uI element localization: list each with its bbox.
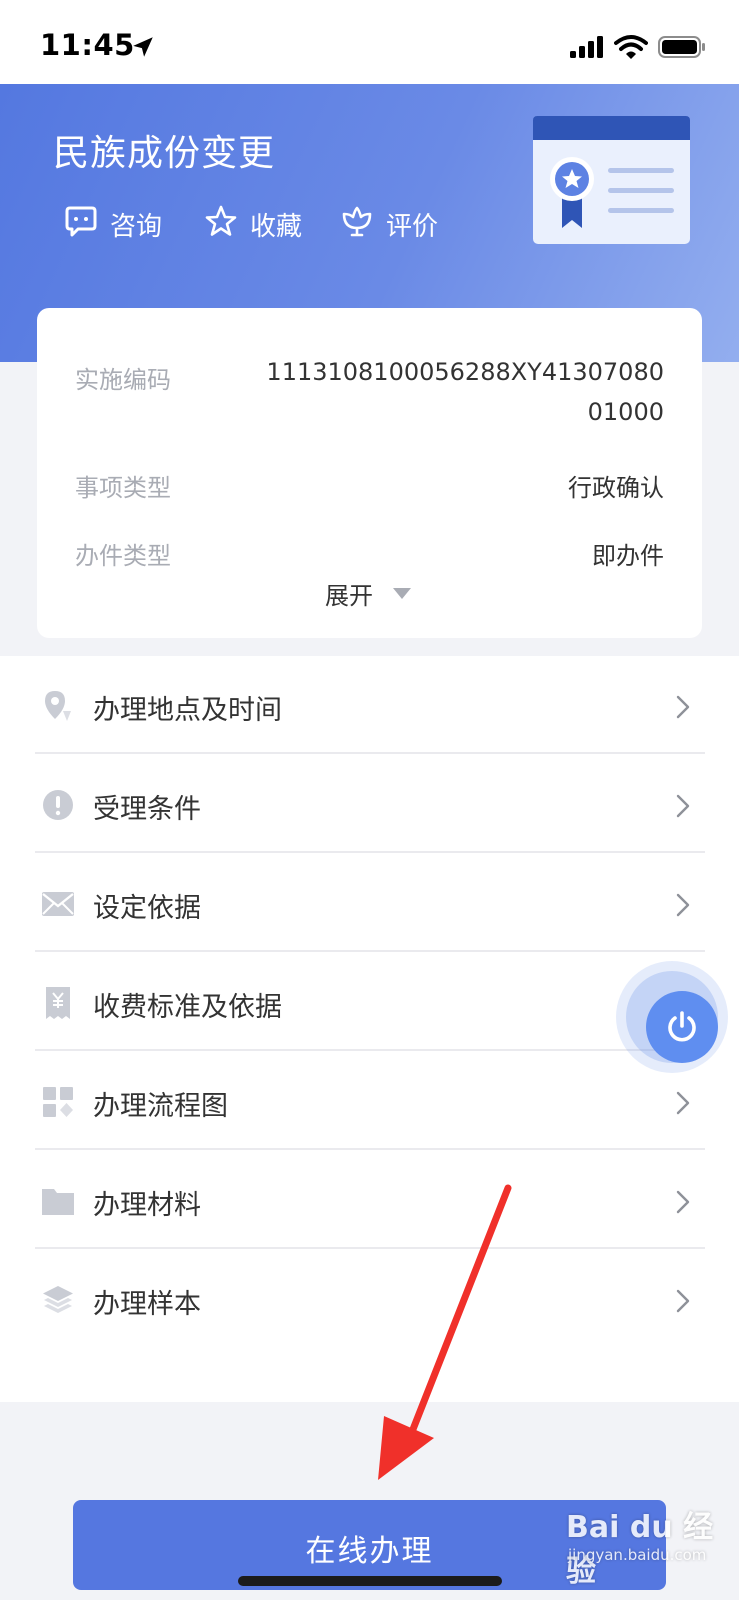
baidu-watermark: Bai du 经验 jingyan.baidu.com bbox=[566, 1500, 736, 1589]
folder-icon bbox=[42, 1189, 74, 1215]
location-arrow-icon bbox=[133, 37, 153, 57]
menu-label: 办理流程图 bbox=[93, 1091, 228, 1122]
location-icon bbox=[45, 691, 71, 721]
menu-label: 受理条件 bbox=[93, 794, 201, 825]
chevron-right-icon bbox=[676, 794, 690, 818]
favorite-label: 收藏 bbox=[250, 212, 303, 242]
battery-icon bbox=[658, 36, 705, 58]
menu-item-flowchart[interactable]: 办理流程图 bbox=[35, 1052, 705, 1150]
chevron-right-icon bbox=[676, 893, 690, 917]
evaluate-label: 评价 bbox=[386, 212, 439, 242]
case-type-label: 办件类型 bbox=[75, 542, 171, 570]
chat-icon bbox=[65, 206, 97, 237]
status-time: 11:45 bbox=[40, 28, 135, 62]
certificate-icon bbox=[533, 116, 690, 244]
expand-toggle[interactable]: 展开 bbox=[325, 576, 373, 611]
page-title: 民族成份变更 bbox=[53, 133, 276, 174]
menu-label: 办理样本 bbox=[93, 1289, 201, 1320]
implementation-code-line1: 1113108100056288XY41307080 bbox=[266, 358, 664, 386]
annotation-arrow bbox=[378, 1184, 512, 1480]
home-indicator[interactable] bbox=[238, 1576, 502, 1586]
chevron-right-icon bbox=[676, 1289, 690, 1313]
power-icon bbox=[668, 1011, 696, 1042]
envelope-icon bbox=[42, 892, 74, 916]
chevron-right-icon bbox=[676, 695, 690, 719]
menu-item-location-time[interactable]: 办理地点及时间 bbox=[35, 656, 705, 754]
star-icon bbox=[205, 205, 237, 236]
item-type-value: 行政确认 bbox=[568, 474, 664, 502]
implementation-code-line2: 01000 bbox=[587, 398, 664, 426]
menu-item-conditions[interactable]: 受理条件 bbox=[35, 755, 705, 853]
implementation-code-label: 实施编码 bbox=[75, 366, 171, 394]
chevron-right-icon bbox=[676, 1091, 690, 1115]
floating-assist-button[interactable] bbox=[616, 961, 728, 1073]
chevron-right-icon bbox=[676, 1190, 690, 1214]
status-bar: 11:45 bbox=[0, 0, 739, 84]
menu-label: 收费标准及依据 bbox=[93, 992, 282, 1023]
menu-label: 设定依据 bbox=[93, 893, 201, 924]
receipt-icon bbox=[46, 987, 70, 1019]
item-type-label: 事项类型 bbox=[75, 474, 171, 502]
favorite-button[interactable]: 收藏 bbox=[204, 202, 304, 242]
implementation-code-value: 1113108100056288XY41307080 01000 bbox=[266, 352, 664, 432]
flower-icon bbox=[342, 206, 372, 237]
case-type-value: 即办件 bbox=[592, 542, 664, 570]
wifi-icon bbox=[614, 35, 648, 59]
menu-item-fees[interactable]: 收费标准及依据 bbox=[35, 953, 705, 1051]
menu-item-basis[interactable]: 设定依据 bbox=[35, 854, 705, 952]
exclamation-icon bbox=[43, 790, 73, 820]
flowchart-icon bbox=[43, 1087, 73, 1117]
menu-label: 办理地点及时间 bbox=[93, 695, 282, 726]
menu-label: 办理材料 bbox=[93, 1190, 201, 1221]
watermark-site: jingyan.baidu.com bbox=[568, 1546, 707, 1564]
consult-label: 咨询 bbox=[110, 212, 163, 242]
consult-button[interactable]: 咨询 bbox=[64, 202, 164, 242]
caret-down-icon[interactable] bbox=[393, 588, 411, 600]
info-card: 实施编码 1113108100056288XY41307080 01000 事项… bbox=[37, 308, 702, 638]
layers-icon bbox=[43, 1286, 73, 1313]
evaluate-button[interactable]: 评价 bbox=[340, 202, 440, 242]
cellular-signal-icon bbox=[570, 36, 603, 58]
floating-button-core bbox=[646, 991, 718, 1063]
floating-button-ring bbox=[626, 971, 718, 1063]
